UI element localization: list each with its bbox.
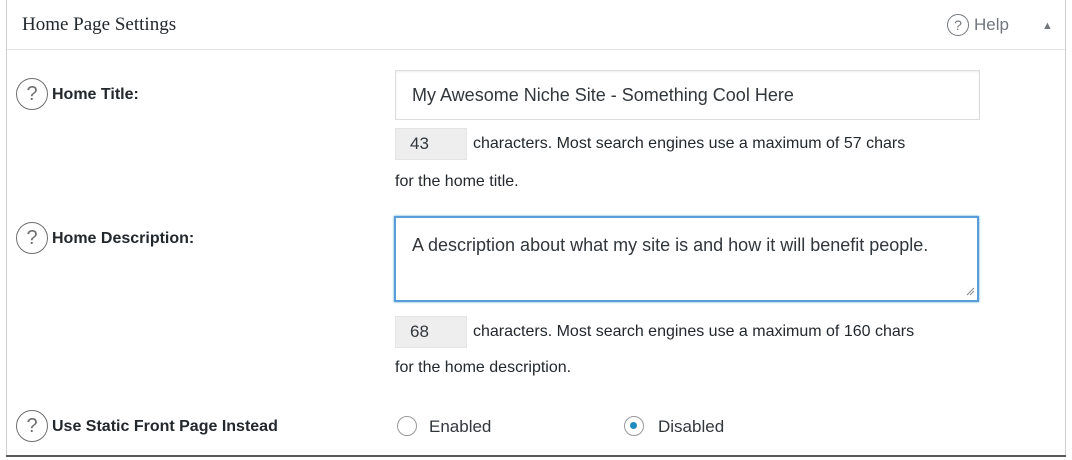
settings-panel: Home Page Settings ? Help ▲ ? Home Title…	[6, 0, 1066, 456]
home-title-label: Home Title:	[52, 86, 139, 103]
resize-handle-icon[interactable]	[965, 286, 975, 296]
home-title-input[interactable]	[395, 70, 980, 120]
home-title-hint: characters. Most search engines use a ma…	[473, 135, 906, 152]
panel-header[interactable]: Home Page Settings ? Help ▲	[7, 0, 1065, 50]
question-icon: ?	[947, 14, 969, 36]
home-title-hint-2: for the home title.	[395, 173, 519, 190]
help-button[interactable]: ? Help	[947, 13, 1009, 37]
home-title-char-count: 43	[395, 128, 467, 160]
home-description-hint-2: for the home description.	[395, 359, 572, 376]
home-description-hint: characters. Most search engines use a ma…	[473, 323, 915, 340]
home-description-label: Home Description:	[52, 230, 195, 247]
disabled-radio[interactable]	[624, 416, 644, 436]
enabled-radio[interactable]	[397, 416, 417, 436]
home-description-help-icon[interactable]: ?	[16, 222, 48, 254]
panel-bottom-border	[6, 455, 1066, 457]
home-description-textarea[interactable]: A description about what my site is and …	[394, 216, 979, 302]
enabled-radio-label[interactable]: Enabled	[429, 417, 491, 437]
home-title-help-icon[interactable]: ?	[16, 78, 48, 110]
collapse-arrow-icon[interactable]: ▲	[1042, 20, 1053, 32]
disabled-radio-label[interactable]: Disabled	[658, 417, 724, 437]
help-label: Help	[974, 15, 1009, 34]
panel-title: Home Page Settings	[22, 14, 177, 35]
static-front-page-label: Use Static Front Page Instead	[52, 418, 278, 435]
home-description-char-count: 68	[395, 316, 467, 348]
static-front-page-help-icon[interactable]: ?	[16, 410, 48, 442]
